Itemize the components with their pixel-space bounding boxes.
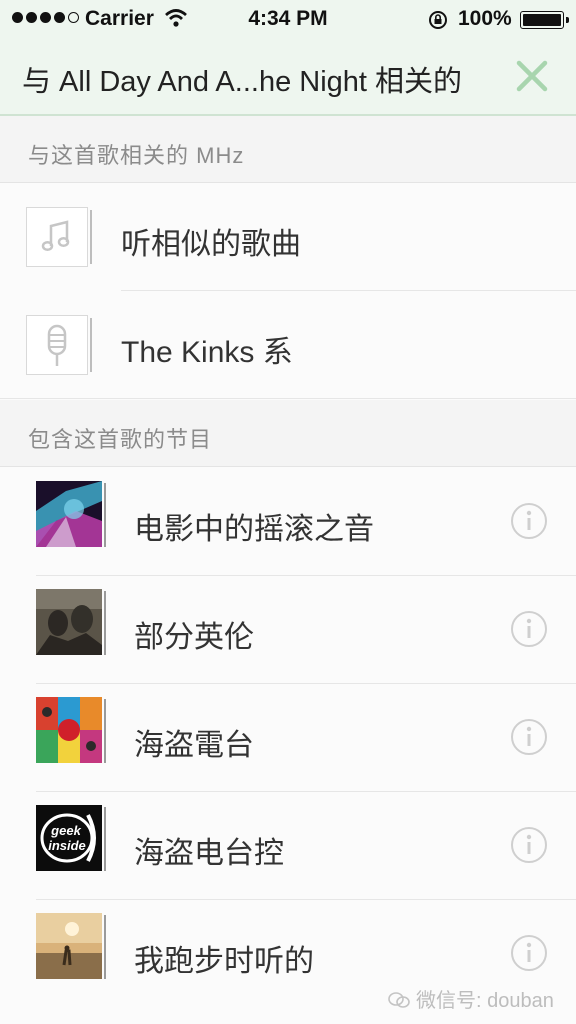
program-cover-image <box>36 913 102 979</box>
program-item[interactable]: 海盗電台 <box>0 684 576 792</box>
page-title: 与 All Day And A...he Night 相关的 <box>22 66 463 98</box>
section-title: 包含这首歌的节目 <box>28 427 213 452</box>
program-title: 海盗電台 <box>134 729 254 762</box>
battery-icon <box>520 11 569 29</box>
cover-edge <box>104 483 106 547</box>
program-item[interactable]: 电影中的摇滚之音 <box>0 468 576 576</box>
program-item[interactable]: 部分英伦 <box>0 576 576 684</box>
section-title: 与这首歌相关的 MHz <box>28 143 245 168</box>
nav-bar: 与 All Day And A...he Night 相关的 <box>0 38 576 116</box>
program-cover-image <box>36 589 102 655</box>
info-icon[interactable] <box>510 826 548 864</box>
mhz-item-label: The Kinks 系 <box>121 336 293 369</box>
program-item[interactable]: geek inside 海盗电台控 <box>0 792 576 900</box>
info-icon[interactable] <box>510 934 548 972</box>
info-icon[interactable] <box>510 502 548 540</box>
status-bar: Carrier 4:34 PM 100% <box>0 0 576 38</box>
info-icon[interactable] <box>510 718 548 756</box>
cover-edge <box>104 807 106 871</box>
watermark-text: 微信号: douban <box>416 990 554 1012</box>
watermark: 微信号: douban <box>388 984 554 1013</box>
program-title: 部分英伦 <box>134 621 254 654</box>
cover-edge <box>104 699 106 763</box>
program-cover-image <box>36 697 102 763</box>
program-title: 电影中的摇滚之音 <box>134 513 374 546</box>
divider <box>0 398 576 399</box>
program-title: 海盗电台控 <box>134 837 284 870</box>
info-icon[interactable] <box>510 610 548 648</box>
mhz-item-kinks[interactable]: The Kinks 系 <box>0 291 576 399</box>
rotation-lock-icon <box>429 11 447 29</box>
program-cover-image: geek inside <box>36 805 102 871</box>
cover-badge-text: inside <box>48 838 86 853</box>
cover-edge <box>104 915 106 979</box>
program-title: 我跑步时听的 <box>134 945 314 978</box>
section-header-programs: 包含这首歌的节目 <box>0 400 576 467</box>
cover-badge-text: geek <box>50 823 81 838</box>
close-icon[interactable] <box>512 56 552 96</box>
program-cover-image <box>36 481 102 547</box>
section-header-mhz: 与这首歌相关的 MHz <box>0 116 576 183</box>
battery-percent: 100% <box>458 7 512 30</box>
music-note-icon <box>26 207 92 267</box>
wechat-icon <box>388 992 410 1008</box>
microphone-icon <box>26 315 92 375</box>
mhz-item-label: 听相似的歌曲 <box>121 228 301 261</box>
mhz-item-similar[interactable]: 听相似的歌曲 <box>0 183 576 291</box>
cover-edge <box>104 591 106 655</box>
